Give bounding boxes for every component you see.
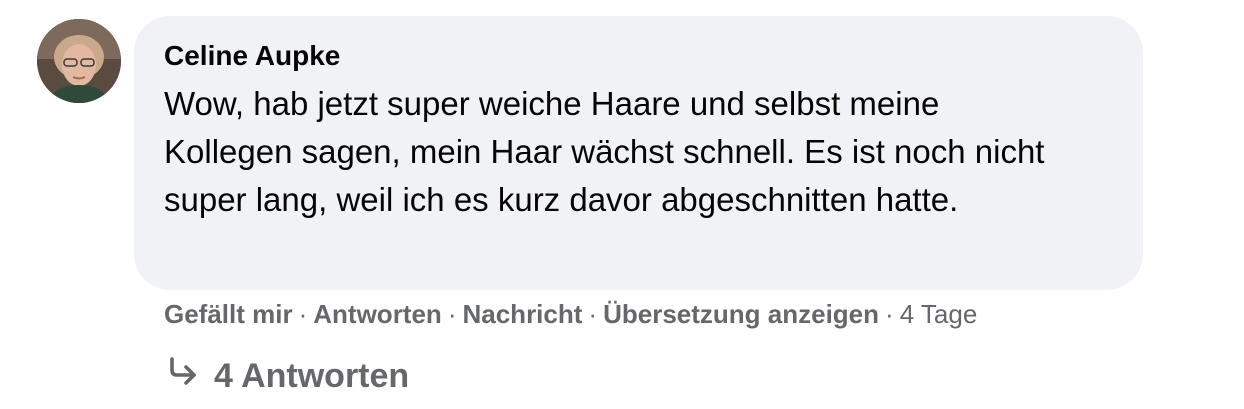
separator: · (447, 299, 457, 329)
replies-count-label: 4 Antworten (214, 357, 410, 395)
profile-photo-icon (37, 19, 121, 103)
separator: · (588, 299, 598, 329)
message-button[interactable]: Nachricht (462, 299, 582, 329)
reply-button[interactable]: Antworten (313, 299, 442, 329)
reply-arrow-icon (166, 352, 200, 398)
like-button[interactable]: Gefällt mir (164, 299, 293, 329)
comment-text: Wow, hab jetzt super weiche Haare und se… (164, 85, 1045, 218)
comment-bubble: Celine Aupke Wow, hab jetzt super weiche… (134, 16, 1143, 290)
comment-author[interactable]: Celine Aupke (164, 36, 340, 76)
comment-actions: Gefällt mir · Antworten · Nachricht · Übersetz… (164, 294, 977, 334)
comment: Celine Aupke Wow, hab jetzt super weiche… (0, 0, 1244, 409)
avatar[interactable] (37, 19, 121, 103)
separator: · (885, 299, 894, 329)
separator: · (298, 299, 308, 329)
timestamp[interactable]: 4 Tage (900, 299, 978, 329)
translate-button[interactable]: Übersetzung anzeigen (603, 299, 879, 329)
view-replies-button[interactable]: 4 Antworten (166, 353, 409, 399)
